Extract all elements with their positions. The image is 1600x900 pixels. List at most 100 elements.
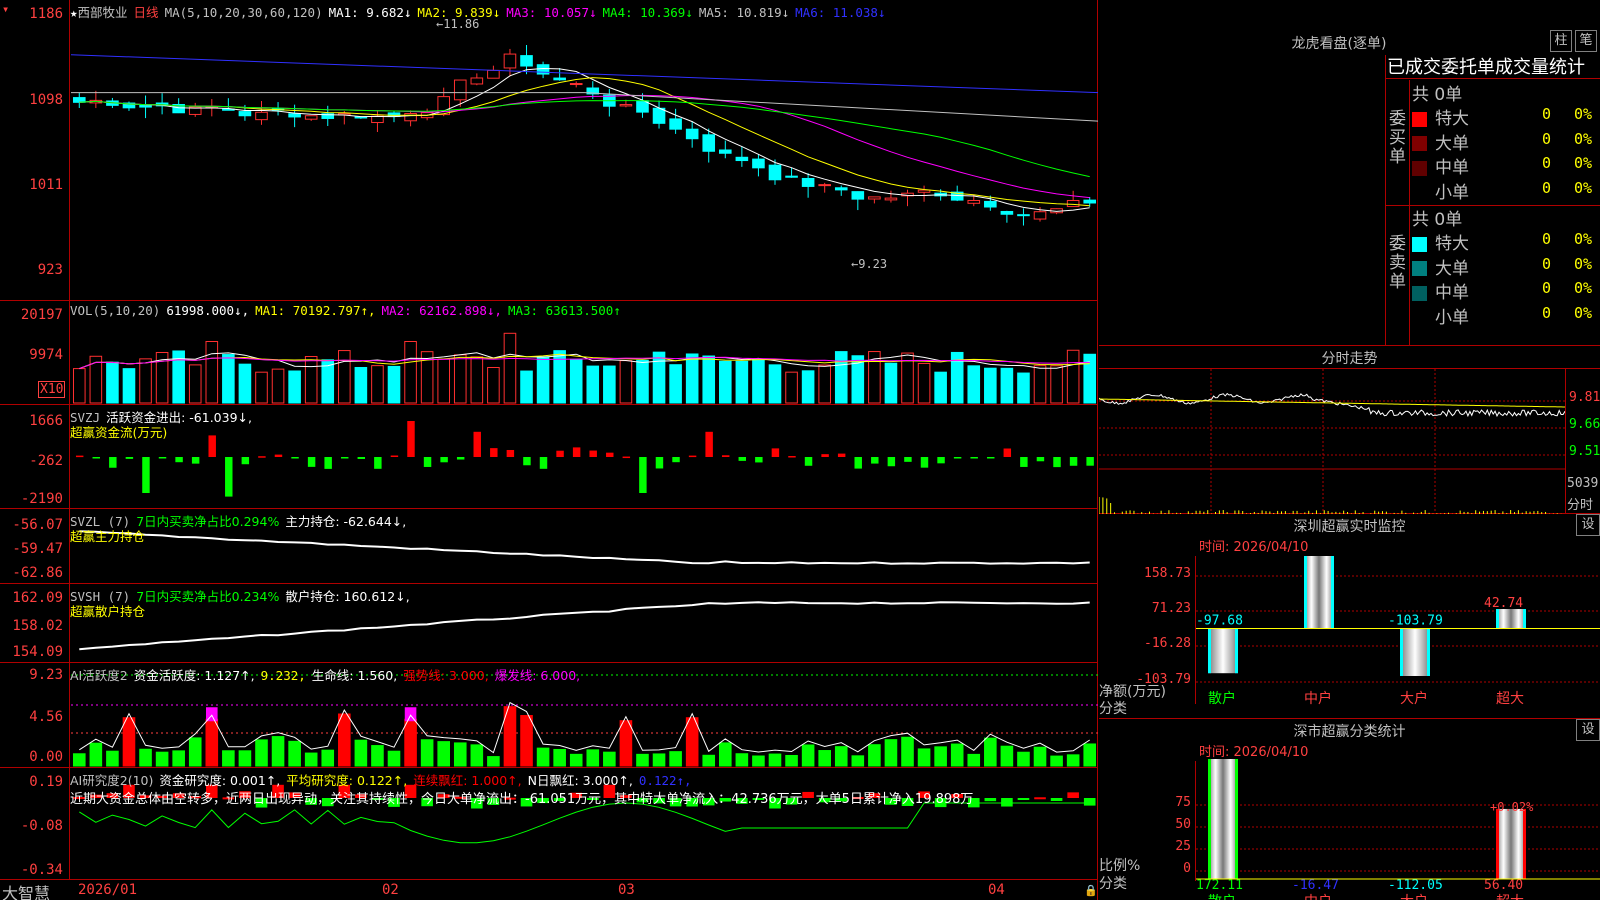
ai-activity-pane[interactable]: 9.23 4.56 0.00 AI活跃度2 资金活跃度: 1.127↑, 9.232…: [0, 663, 1098, 768]
order-row: 大单: [1412, 254, 1469, 279]
activity-bar: [487, 756, 500, 767]
volume-bar: [106, 361, 119, 404]
volume-bar: [818, 364, 831, 404]
label-char: 单: [1389, 272, 1406, 292]
svzj-tick: 1666: [29, 413, 63, 429]
fund-flow-bar: [490, 448, 498, 457]
activity-bar: [619, 720, 633, 767]
ai-strong-line: 强势线: 3.000,: [403, 668, 489, 683]
kline-chart[interactable]: ▾ 1186 1098 1011 923 ←11.86 ←9.23 ★西部牧业 日线…: [0, 0, 1098, 900]
low-price-label: ←9.23: [851, 257, 887, 271]
fund-flow-bar: [655, 457, 664, 469]
fund-flow-bar: [374, 457, 382, 469]
sell-total: 共 0单: [1412, 210, 1463, 230]
intraday-section[interactable]: 分时走势 9.81 9.66 9.51 5039 分时: [1099, 346, 1600, 514]
brand-logo: 大智慧: [2, 884, 51, 900]
volume-bar: [603, 365, 616, 404]
volume-bar: [984, 367, 997, 404]
sz-class-section[interactable]: 深市超赢分类统计 设 时间: 2026/04/10 172.11 -16.47 -1…: [1099, 719, 1600, 900]
svsh-pane[interactable]: 162.09 158.02 154.09 SVSH (7) 7日内买卖净占比0.2…: [0, 584, 1098, 663]
volume-bar: [785, 371, 798, 404]
ma-value-5: MA5: 10.819↓: [698, 5, 790, 20]
order-row: 大单: [1412, 129, 1469, 154]
ai-research-tick: -0.34: [20, 862, 63, 878]
volume-tick: 9974: [29, 347, 63, 363]
order-color-swatch: [1412, 261, 1427, 276]
favorite-star-icon[interactable]: ★: [70, 5, 78, 20]
ai-research-value: 资金研究度: 0.001↑,: [159, 773, 281, 788]
order-color-swatch: [1412, 160, 1427, 176]
activity-bar: [636, 753, 649, 767]
activity-bar: [172, 750, 185, 767]
svzj-tick: -262: [29, 453, 63, 469]
ma-value-3: MA3: 10.057↓: [506, 5, 597, 20]
candle: [619, 104, 633, 107]
holding-line: [79, 601, 1090, 651]
intraday-volume-unit: 分时: [1567, 498, 1594, 513]
label-char: 卖: [1389, 253, 1406, 273]
category-label: 中户: [1304, 691, 1332, 707]
activity-bar: [818, 750, 831, 767]
sz-class-chart[interactable]: 172.11 -16.47 -112.05 56.40+0.02%: [1196, 759, 1600, 899]
activity-bar: [188, 737, 202, 767]
activity-bar: [255, 739, 268, 767]
bar-axis-tick: 158.73: [1144, 566, 1191, 581]
activity-bar: [719, 742, 732, 767]
intraday-title: 分时走势: [1321, 351, 1378, 367]
svzj-pane[interactable]: 1666 -262 -2190 SVZJ 活跃资金进出: -61.039↓, 超赢…: [0, 405, 1098, 509]
longhu-title: 龙虎看盘(逐单): [1291, 36, 1387, 52]
bar-edge: [1496, 609, 1499, 629]
fund-flow-bar: [142, 457, 150, 493]
bar-edge: [1427, 628, 1430, 676]
fund-flow-bar: [721, 455, 730, 457]
activity-bar: [752, 755, 765, 767]
bar-mode-button[interactable]: 柱: [1550, 30, 1572, 52]
order-color-swatch: [1412, 111, 1427, 127]
longhu-section: 龙虎看盘(逐单) 柱 笔 已成交委托单成交量统计 委买单 委卖单 共 0单 共 …: [1099, 0, 1600, 346]
holding-line: [79, 530, 1090, 565]
candle: [868, 196, 881, 200]
sz-monitor-time: 时间: 2026/04/10: [1199, 540, 1309, 555]
activity-bar: [139, 748, 152, 767]
category-label: 散户: [1208, 891, 1236, 900]
ai-research-axis: 0.19 -0.08 -0.34: [0, 768, 70, 879]
stroke-mode-button[interactable]: 笔: [1575, 30, 1597, 52]
period-label[interactable]: 日线: [134, 5, 159, 20]
volume-bar: [768, 364, 782, 404]
fund-flow-bar: [92, 457, 100, 459]
activity-bar: [967, 753, 981, 767]
category-label: 散户: [1208, 691, 1236, 707]
volume-value: 61998.000↓,: [166, 303, 250, 318]
svsh-tick: 162.09: [12, 590, 63, 606]
activity-bar: [801, 744, 815, 767]
volume-pane[interactable]: 20197 9974 X10 VOL(5,10,20) 61998.000↓, MA…: [0, 301, 1098, 405]
volume-bar: [967, 365, 981, 404]
svsh-tick: 154.09: [12, 644, 63, 660]
ai-research-pane[interactable]: 0.19 -0.08 -0.34 AI研究度2(10) 资金研究度: 0.001↑…: [0, 768, 1098, 880]
ai-lifeline: 生命线: 1.560,: [311, 668, 398, 683]
bar-axis-tick: 25: [1175, 839, 1191, 854]
activity-bar: [155, 751, 169, 767]
category-bar: [1208, 628, 1238, 674]
fund-flow-bar: [622, 456, 631, 459]
activity-bar: [685, 717, 699, 767]
activity-bar: [1050, 755, 1063, 767]
menu-icon[interactable]: ▾: [2, 2, 9, 16]
price-pane[interactable]: ▾ 1186 1098 1011 923 ←11.86 ←9.23 ★西部牧业 日线…: [0, 0, 1098, 301]
sz-monitor-section[interactable]: 深圳超赢实时监控 设 时间: 2026/04/10 -97.68 158.73 -1…: [1099, 514, 1600, 719]
activity-bar: [106, 750, 119, 767]
svzl-pane[interactable]: -56.07 -59.47 -62.86 SVZL (7) 7日内买卖净占比0.2…: [0, 509, 1098, 584]
order-count: 0: [1542, 279, 1552, 297]
price-plot[interactable]: ←11.86←9.23: [71, 0, 1098, 300]
bar-axis-tick: -16.28: [1144, 636, 1191, 651]
intraday-plot[interactable]: [1099, 369, 1565, 514]
sz-class-settings-button[interactable]: 设: [1576, 719, 1600, 741]
sz-monitor-chart[interactable]: -97.68 158.73 -103.79 42.74: [1196, 554, 1600, 704]
intraday-volume-tick: 5039: [1567, 476, 1599, 491]
volume-bar: [89, 355, 103, 404]
order-count: 0: [1542, 254, 1552, 273]
sz-monitor-settings-button[interactable]: 设: [1576, 514, 1600, 536]
ai-activity-axis: 9.23 4.56 0.00: [0, 663, 70, 767]
candle: [884, 197, 898, 201]
order-color-swatch: [1412, 310, 1427, 325]
